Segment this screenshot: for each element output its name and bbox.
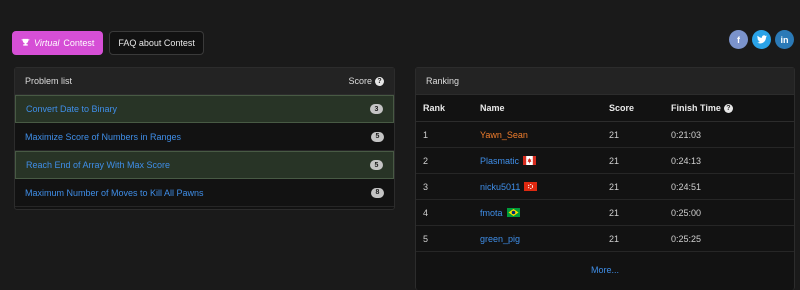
ranking-column-headers: Rank Name Score Finish Time ? [416,95,794,122]
problem-link[interactable]: Convert Date to Binary [26,104,117,114]
finish-time-cell: 0:25:25 [671,233,702,244]
help-icon[interactable]: ? [723,103,733,113]
problem-row[interactable]: Convert Date to Binary 3 [15,95,394,123]
contest-label: Contest [63,38,95,48]
finish-time-cell: 0:24:51 [671,181,702,192]
trophy-icon [21,38,30,49]
social-share: f in [729,30,794,49]
score-cell: 21 [609,233,620,244]
score-header-label: Score [348,76,372,86]
problem-row[interactable]: Maximize Score of Numbers in Ranges 5 [15,123,394,151]
help-icon[interactable]: ? [375,76,384,86]
ranking-row: 2 Plasmatic 21 0:24:13 [416,148,794,174]
username-link[interactable]: Yawn_Sean [480,130,528,140]
problem-list-header: Problem list Score ? [15,68,394,95]
name-cell: green_pig [480,234,609,244]
rank-cell: 1 [423,129,429,140]
score-cell: 21 [609,207,620,218]
name-cell: Plasmatic [480,156,609,166]
rank-column-header: Rank [423,103,446,113]
problem-score-badge: 5 [370,160,383,170]
score-cell: 21 [609,129,620,140]
problem-score-badge: 3 [370,104,383,114]
virtual-contest-button[interactable]: Virtual Contest [12,31,104,55]
linkedin-icon[interactable]: in [775,30,794,49]
username-link[interactable]: green_pig [480,234,520,244]
ranking-rows: 1 Yawn_Sean 21 0:21:03 2 Plasmatic 21 0:24:13 3 n… [416,122,794,252]
name-cell: Yawn_Sean [480,130,609,140]
problem-list-panel: Problem list Score ? Convert Date to Bin… [14,67,395,210]
name-cell: fmota [480,208,609,218]
facebook-icon[interactable]: f [729,30,748,49]
rank-cell: 2 [423,155,429,166]
hong-kong-flag-icon [524,182,538,191]
problem-link[interactable]: Maximize Score of Numbers in Ranges [25,132,181,142]
rank-cell: 5 [423,233,429,244]
name-cell: nicku5011 [480,182,609,192]
problem-rows: Convert Date to Binary 3 Maximize Score of… [15,95,394,207]
score-column-header: Score [609,103,635,113]
ranking-row: 1 Yawn_Sean 21 0:21:03 [416,122,794,148]
finish-time-column-header: Finish Time ? [671,103,794,113]
problem-row[interactable]: Maximum Number of Moves to Kill All Pawn… [15,179,394,207]
username-link[interactable]: fmota [480,208,503,218]
problem-link[interactable]: Reach End of Array With Max Score [26,160,170,170]
faq-button[interactable]: FAQ about Contest [109,31,204,55]
twitter-icon[interactable] [752,30,771,49]
username-link[interactable]: nicku5011 [480,182,520,192]
score-header: Score ? [348,76,384,86]
ranking-title: Ranking [426,76,460,86]
ranking-panel: Ranking Rank Name Score Finish Time ? 1 Y… [415,67,795,290]
problem-link[interactable]: Maximum Number of Moves to Kill All Pawn… [25,188,204,198]
virtual-label: Virtual [34,38,60,48]
canada-flag-icon [523,156,537,165]
score-cell: 21 [609,155,620,166]
problem-list-title: Problem list [25,76,73,86]
name-column-header: Name [480,103,505,113]
ranking-header: Ranking [416,68,794,95]
username-link[interactable]: Plasmatic [480,156,519,166]
finish-time-cell: 0:21:03 [671,129,702,140]
finish-time-label: Finish Time [671,103,721,113]
finish-time-cell: 0:24:13 [671,155,702,166]
contest-toolbar: Virtual Contest FAQ about Contest [12,31,204,55]
score-cell: 21 [609,181,620,192]
problem-row[interactable]: Reach End of Array With Max Score 5 [15,151,394,179]
rank-cell: 4 [423,207,429,218]
rank-cell: 3 [423,181,429,192]
more-link[interactable]: More... [416,252,794,275]
brazil-flag-icon [506,208,520,217]
problem-score-badge: 8 [371,187,384,198]
ranking-row: 4 fmota 21 0:25:00 [416,200,794,226]
ranking-row: 5 green_pig 21 0:25:25 [416,226,794,252]
ranking-row: 3 nicku5011 21 0:24:51 [416,174,794,200]
problem-score-badge: 5 [371,131,384,142]
finish-time-cell: 0:25:00 [671,207,702,218]
